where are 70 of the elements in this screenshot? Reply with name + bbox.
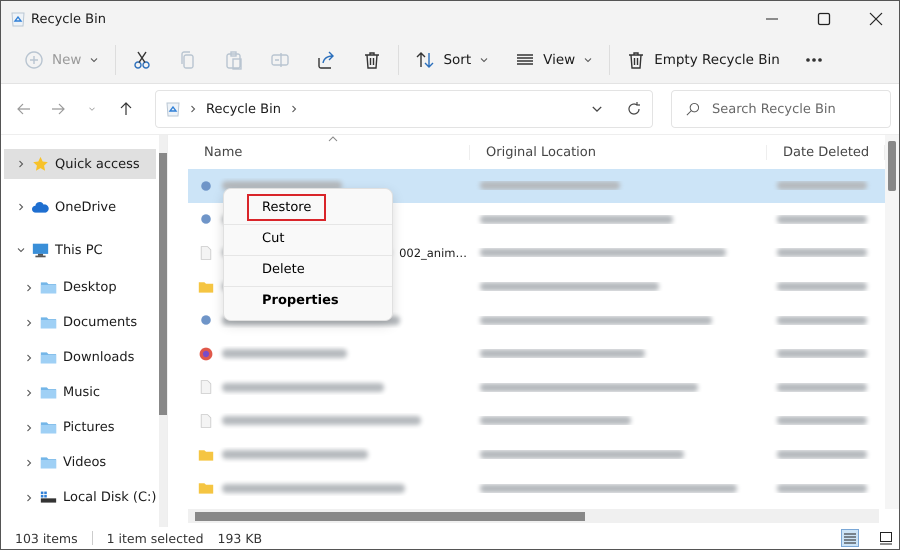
window-title: Recycle Bin — [31, 12, 107, 26]
file-icon — [198, 379, 214, 396]
back-arrow-icon[interactable] — [16, 101, 32, 117]
empty-button[interactable]: Empty Recycle Bin — [613, 43, 793, 77]
scrollbar[interactable] — [188, 509, 879, 523]
chevron-icon[interactable] — [188, 104, 198, 114]
monitor-icon — [32, 242, 49, 258]
tree-item[interactable]: Documents — [4, 305, 156, 340]
app-icon — [198, 346, 214, 362]
tree-item[interactable]: Pictures — [4, 410, 156, 445]
expand-chevron-icon[interactable] — [24, 458, 34, 468]
menu-item[interactable]: Restore — [224, 194, 392, 222]
plus-icon — [24, 50, 44, 70]
recycle-bin-icon — [11, 11, 25, 27]
refresh-icon[interactable] — [626, 101, 642, 117]
expand-chevron-icon[interactable] — [24, 352, 34, 362]
tree-item[interactable]: OneDrive — [4, 192, 156, 222]
rename-icon — [270, 50, 290, 70]
maximize-icon[interactable] — [817, 12, 831, 26]
sort-button[interactable]: Sort — [402, 43, 502, 77]
expand-chevron-icon[interactable] — [24, 282, 34, 292]
caret-icon — [89, 55, 100, 65]
preview-view-button[interactable] — [877, 529, 895, 547]
recycle-bin-icon — [166, 101, 180, 117]
expand-chevron-icon[interactable] — [24, 318, 34, 328]
breadcrumb[interactable]: Recycle Bin — [206, 102, 281, 116]
tree-item[interactable]: Desktop — [4, 270, 156, 305]
folder-icon — [198, 480, 214, 496]
star-icon — [32, 156, 49, 172]
more-icon — [806, 58, 822, 62]
expand-chevron-icon[interactable] — [16, 202, 26, 212]
file-name: 002_anim… — [399, 246, 468, 260]
search-icon — [685, 102, 700, 117]
collapse-chevron-icon[interactable] — [16, 245, 26, 255]
tree-item[interactable]: Videos — [4, 445, 156, 480]
caret-icon — [479, 55, 490, 65]
search-field[interactable]: Search Recycle Bin — [671, 90, 891, 128]
up-arrow-icon[interactable] — [118, 101, 134, 117]
file-icon — [198, 412, 214, 429]
tree-item[interactable]: Quick access — [4, 149, 156, 179]
column-header[interactable]: Original Location — [470, 144, 767, 160]
address-bar[interactable]: Recycle Bin — [155, 90, 653, 128]
tree-item[interactable]: Downloads — [4, 340, 156, 375]
column-header[interactable]: Name — [188, 144, 470, 160]
share-icon — [316, 50, 336, 70]
tree-item[interactable]: This PC — [4, 235, 156, 265]
scrollbar[interactable] — [885, 135, 899, 509]
clipboard-icon — [224, 50, 244, 70]
tree-item[interactable]: Local Disk (C:) — [4, 480, 156, 515]
expand-chevron-icon[interactable] — [16, 159, 26, 169]
menu-item[interactable]: Delete — [224, 255, 392, 284]
details-view-button[interactable] — [841, 529, 859, 547]
tree-item[interactable]: Music — [4, 375, 156, 410]
menu-item[interactable]: Cut — [224, 224, 392, 253]
sort-icon — [415, 50, 436, 70]
file-icon — [198, 244, 214, 261]
expand-chevron-icon[interactable] — [24, 492, 34, 502]
caret-icon — [583, 55, 594, 65]
close-icon[interactable] — [869, 12, 883, 26]
expand-chevron-icon[interactable] — [24, 388, 34, 398]
sort-caret-icon — [328, 135, 338, 143]
view-button[interactable]: View — [502, 43, 606, 77]
expand-chevron-icon[interactable] — [24, 422, 34, 432]
forward-arrow-icon[interactable] — [50, 101, 66, 117]
selection-info: 1 item selected — [106, 530, 204, 546]
scrollbar[interactable] — [159, 135, 167, 527]
selection-size: 193 KB — [218, 530, 262, 546]
menu-item[interactable]: Properties — [224, 286, 392, 315]
scissors-icon — [132, 50, 152, 70]
item-count: 103 items — [15, 530, 78, 546]
